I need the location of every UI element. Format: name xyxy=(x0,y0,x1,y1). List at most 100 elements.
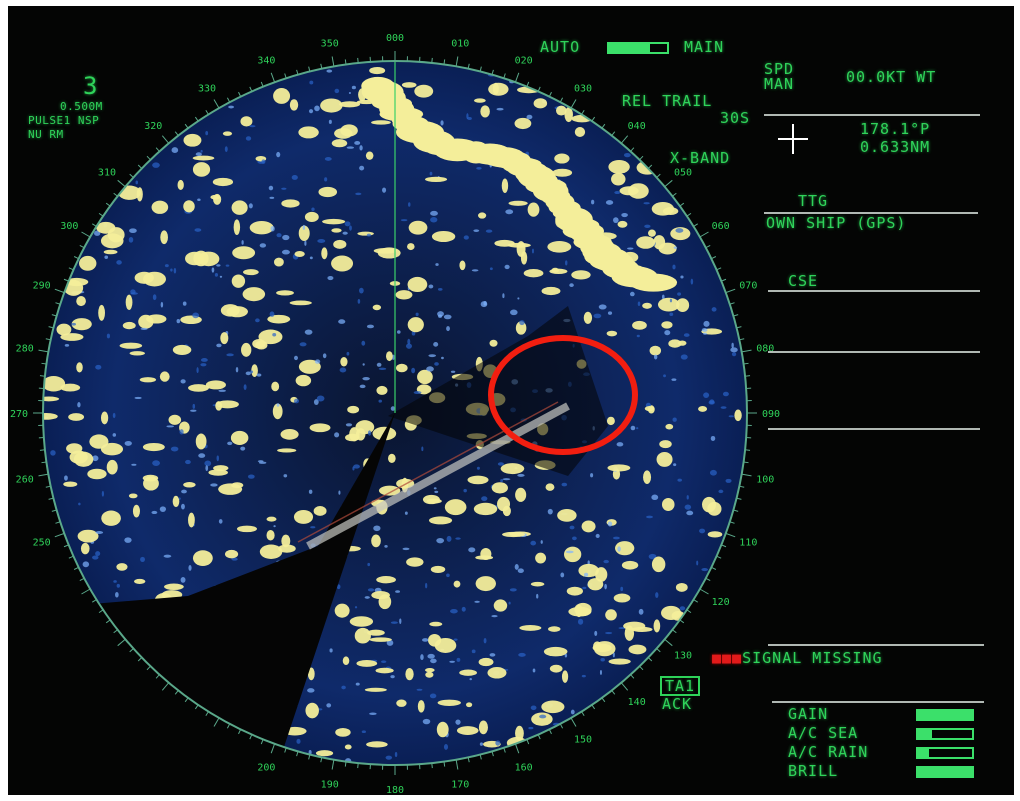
radar-echo xyxy=(354,627,371,644)
radar-echo xyxy=(309,80,314,85)
radar-echo xyxy=(136,187,143,202)
bearing-label-100: 100 xyxy=(756,474,774,485)
radar-echo xyxy=(281,199,300,208)
pulse-mode: PULSE1 NSP xyxy=(28,114,100,127)
radar-echo xyxy=(540,540,543,544)
radar-echo xyxy=(545,483,555,491)
bearing-tick xyxy=(741,349,752,353)
radar-echo xyxy=(302,224,306,230)
radar-echo xyxy=(381,660,387,664)
radar-echo xyxy=(327,276,334,281)
control-bar-gain[interactable] xyxy=(916,709,974,721)
radar-echo xyxy=(376,385,388,395)
bearing-tick xyxy=(537,86,541,92)
radar-echo xyxy=(106,459,118,475)
bearing-tick xyxy=(745,449,751,451)
radar-echo xyxy=(680,275,684,279)
radar-echo xyxy=(371,591,390,600)
bearing-tick xyxy=(331,56,335,67)
radar-echo xyxy=(346,146,355,149)
radar-echo xyxy=(402,547,410,551)
radar-echo xyxy=(433,342,439,347)
radar-echo xyxy=(441,356,444,360)
radar-echo xyxy=(500,463,525,475)
bearing-tick xyxy=(117,179,126,188)
radar-echo xyxy=(130,292,138,295)
radar-echo xyxy=(205,131,209,136)
radar-echo xyxy=(355,682,360,686)
radar-echo xyxy=(425,582,428,589)
radar-echo xyxy=(707,531,723,538)
radar-echo xyxy=(450,608,458,614)
radar-echo xyxy=(599,670,602,675)
radar-echo xyxy=(345,423,353,427)
bearing-tick xyxy=(213,717,220,727)
radar-echo xyxy=(320,98,343,113)
bearing-label-150: 150 xyxy=(574,735,592,746)
radar-echo xyxy=(331,139,348,148)
bearing-tick xyxy=(51,314,57,317)
bearing-tick xyxy=(79,577,85,582)
radar-echo xyxy=(101,510,121,526)
radar-echo xyxy=(347,405,360,414)
radar-echo xyxy=(539,714,547,719)
radar-echo xyxy=(132,504,140,518)
radar-echo xyxy=(415,312,419,317)
radar-echo xyxy=(406,557,424,567)
radar-echo xyxy=(565,260,568,266)
radar-echo xyxy=(661,321,673,329)
range-scale: 3 xyxy=(83,72,99,100)
radar-echo xyxy=(373,525,381,532)
radar-echo xyxy=(659,440,672,449)
radar-echo xyxy=(79,255,97,271)
radar-echo xyxy=(269,311,275,317)
radar-echo xyxy=(429,693,437,699)
bearing-tick xyxy=(559,97,564,103)
auto-main-toggle[interactable] xyxy=(607,42,669,54)
radar-echo xyxy=(280,429,299,440)
bearing-label-280: 280 xyxy=(16,344,34,355)
bearing-tick xyxy=(620,135,629,144)
radar-echo xyxy=(471,649,476,654)
radar-echo xyxy=(623,152,631,158)
radar-echo xyxy=(476,167,482,170)
radar-echo xyxy=(672,417,677,422)
radar-echo xyxy=(453,638,458,641)
radar-echo xyxy=(566,586,583,596)
radar-echo xyxy=(139,377,157,383)
radar-echo xyxy=(478,212,487,219)
radar-echo xyxy=(523,269,544,278)
radar-echo xyxy=(483,300,487,306)
radar-echo xyxy=(140,556,145,562)
radar-echo xyxy=(628,644,647,655)
bearing-tick xyxy=(548,729,552,735)
radar-echo xyxy=(613,536,620,540)
radar-echo xyxy=(256,373,262,377)
radar-echo xyxy=(614,190,621,195)
control-bar-brill[interactable] xyxy=(916,766,974,778)
ack-button[interactable]: ACK xyxy=(662,695,692,713)
radar-echo xyxy=(696,560,699,566)
radar-echo xyxy=(613,593,631,603)
radar-echo xyxy=(357,231,374,236)
radar-echo xyxy=(661,605,682,620)
bearing-tick xyxy=(725,288,736,294)
bearing-label-320: 320 xyxy=(144,121,162,132)
radar-echo xyxy=(334,128,353,139)
radar-echo xyxy=(77,529,99,543)
radar-echo xyxy=(272,333,277,337)
bearing-tick xyxy=(570,99,577,109)
radar-echo xyxy=(430,565,446,573)
trail-value: 30S xyxy=(720,109,751,127)
control-bar-a-c-rain[interactable] xyxy=(916,747,974,759)
radar-echo xyxy=(367,588,375,592)
control-bar-a-c-sea[interactable] xyxy=(916,728,974,740)
radar-echo xyxy=(572,536,577,541)
radar-echo xyxy=(651,556,666,573)
alarm-row[interactable]: ■■■SIGNAL MISSING xyxy=(712,649,883,667)
alarm-tag[interactable]: TA1 xyxy=(660,676,701,696)
radar-echo xyxy=(605,200,614,205)
radar-echo xyxy=(450,370,456,373)
radar-echo xyxy=(456,726,479,735)
radar-echo xyxy=(480,105,490,118)
